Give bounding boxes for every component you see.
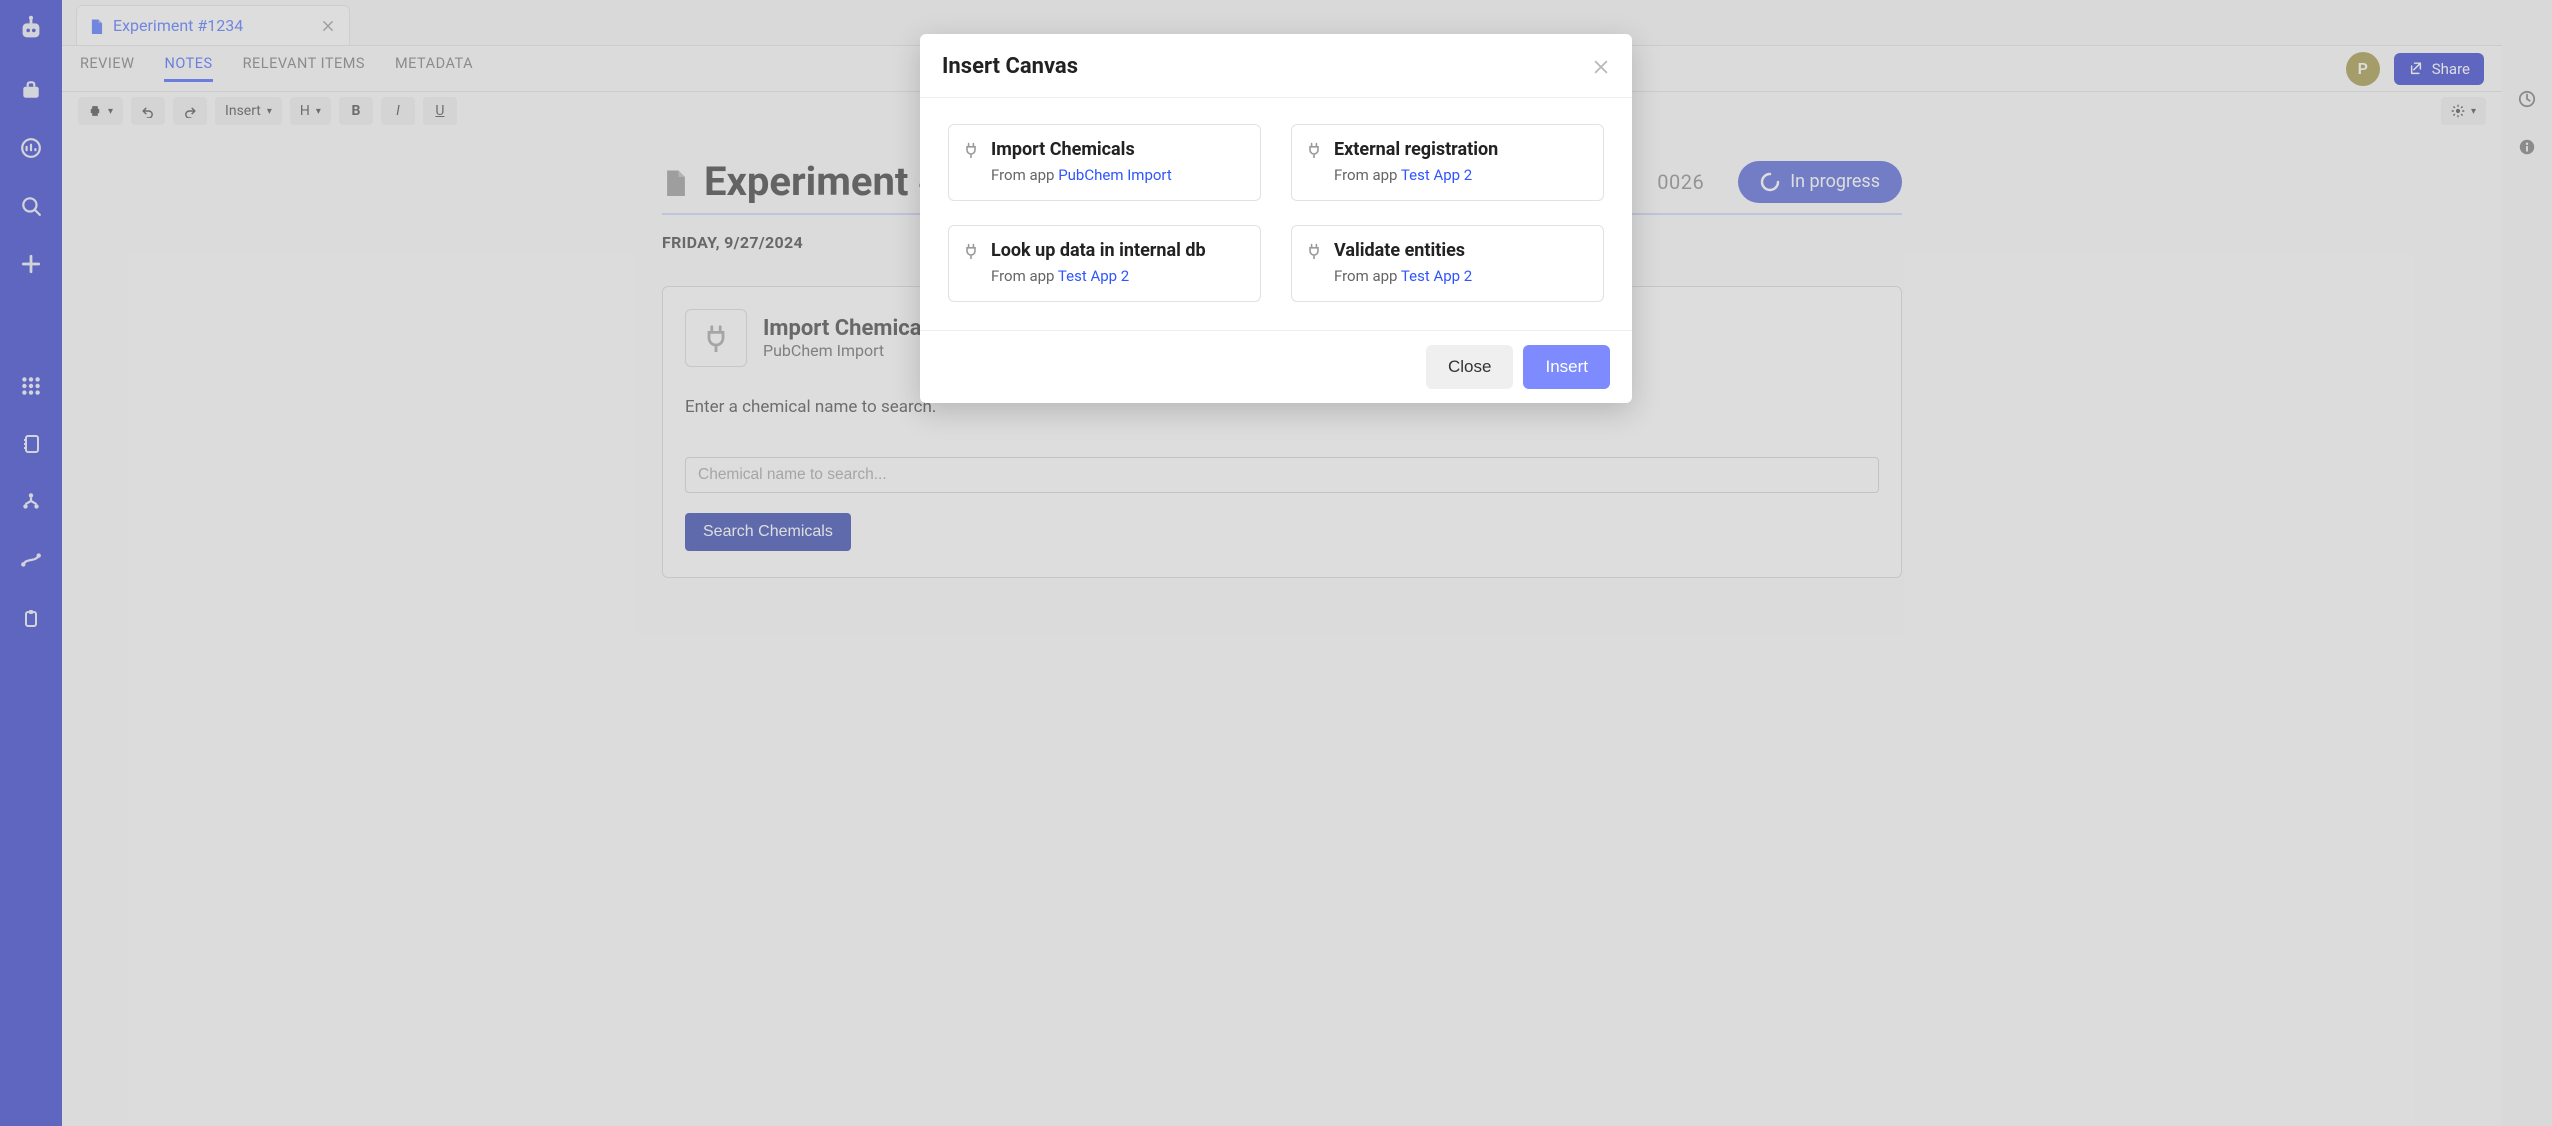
modal-close-icon[interactable] [1592, 58, 1610, 76]
app-link[interactable]: Test App 2 [1401, 166, 1472, 184]
option-title: Validate entities [1334, 240, 1472, 261]
plug-icon [1306, 142, 1324, 160]
option-subtitle: From app Test App 2 [991, 267, 1206, 285]
option-validate-entities[interactable]: Validate entities From app Test App 2 [1291, 225, 1604, 302]
option-title: Look up data in internal db [991, 240, 1206, 261]
insert-canvas-modal: Insert Canvas Import Chemicals From app … [920, 34, 1632, 403]
app-link[interactable]: PubChem Import [1058, 166, 1172, 184]
option-import-chemicals[interactable]: Import Chemicals From app PubChem Import [948, 124, 1261, 201]
option-external-registration[interactable]: External registration From app Test App … [1291, 124, 1604, 201]
option-subtitle: From app Test App 2 [1334, 267, 1472, 285]
option-title: Import Chemicals [991, 139, 1172, 160]
insert-button[interactable]: Insert [1523, 345, 1610, 389]
modal-title: Insert Canvas [942, 54, 1592, 79]
option-subtitle: From app PubChem Import [991, 166, 1172, 184]
modal-body: Import Chemicals From app PubChem Import… [920, 98, 1632, 330]
plug-icon [963, 243, 981, 261]
option-lookup-internal-db[interactable]: Look up data in internal db From app Tes… [948, 225, 1261, 302]
plug-icon [1306, 243, 1324, 261]
plug-icon [963, 142, 981, 160]
option-subtitle: From app Test App 2 [1334, 166, 1498, 184]
close-button[interactable]: Close [1426, 345, 1513, 389]
modal-footer: Close Insert [920, 330, 1632, 403]
option-title: External registration [1334, 139, 1498, 160]
app-link[interactable]: Test App 2 [1058, 267, 1129, 285]
modal-header: Insert Canvas [920, 34, 1632, 98]
app-link[interactable]: Test App 2 [1401, 267, 1472, 285]
